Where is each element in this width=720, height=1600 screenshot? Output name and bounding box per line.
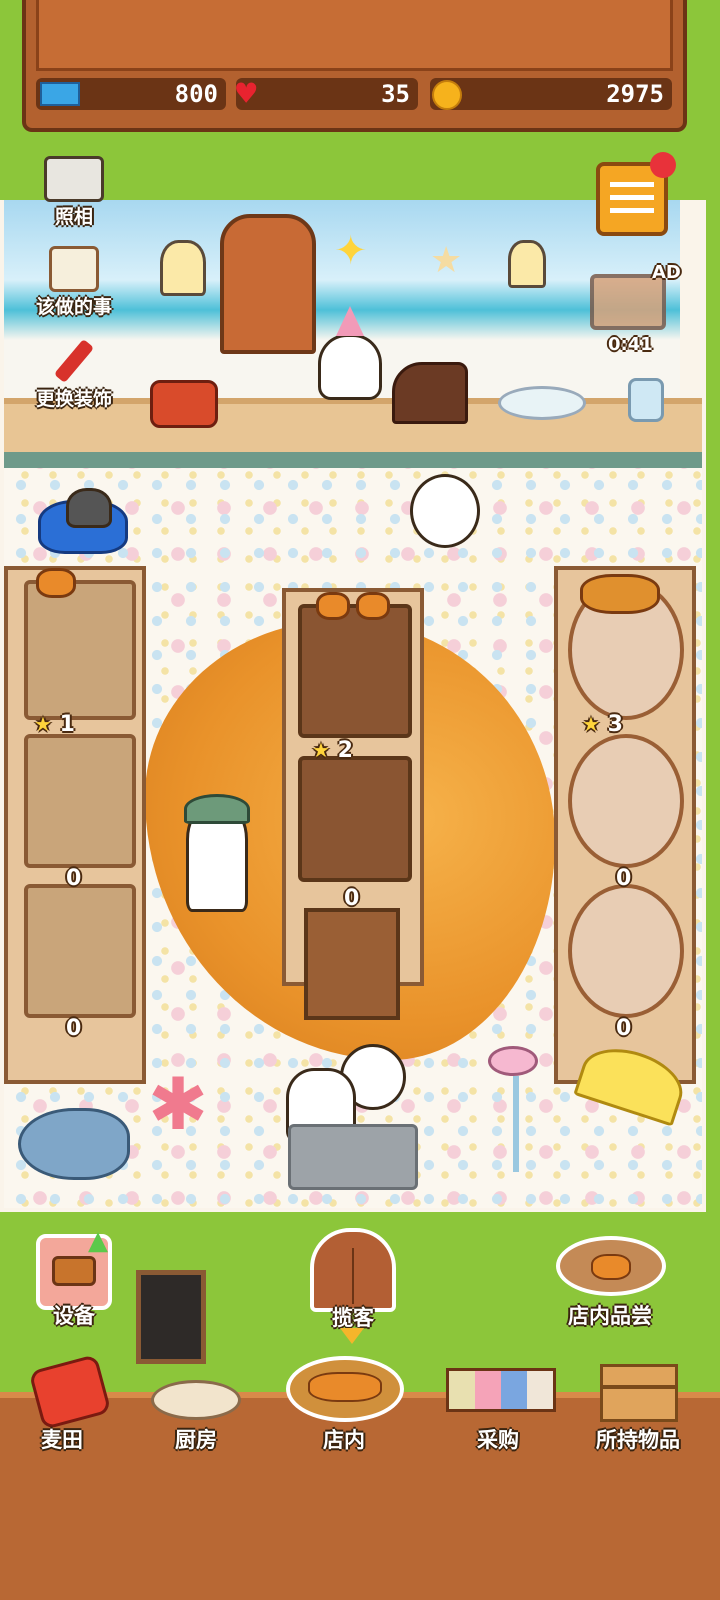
dough-icon	[151, 1380, 241, 1420]
bread-icon	[356, 592, 390, 620]
lamp-icon	[160, 240, 206, 296]
right-shelf[interactable]	[554, 566, 696, 1084]
ad-badge: AD	[652, 262, 681, 283]
nav-shop[interactable]	[286, 1356, 404, 1422]
nav-purchase[interactable]	[440, 1368, 562, 1420]
bread-cabinet	[220, 214, 316, 354]
register-stand	[304, 908, 400, 1020]
middle-shelf-level: ★ 2	[312, 738, 353, 763]
balloon-icon	[650, 152, 676, 178]
equipment-label: 设备	[53, 1304, 95, 1328]
bread-icon	[36, 568, 76, 598]
tasting-label: 店内品尝	[568, 1304, 652, 1328]
shark-plush-icon	[18, 1108, 130, 1180]
middle-tray-1[interactable]	[298, 604, 412, 738]
bread-icon	[316, 592, 350, 620]
left-shelf-count-1: 0	[66, 866, 82, 891]
coins-value: 2975	[606, 80, 664, 108]
ad-timer: 0:41	[608, 334, 653, 355]
star-icon: ★	[34, 712, 52, 736]
tasting-button[interactable]	[556, 1236, 666, 1296]
bread-basket-icon	[308, 1372, 382, 1402]
coral-icon: ✱	[147, 1062, 209, 1146]
sparkle-ornament-icon: ✦	[334, 228, 368, 274]
invite-button[interactable]	[310, 1228, 396, 1312]
menu-board-icon	[136, 1270, 206, 1364]
flower-vase-icon	[628, 378, 664, 422]
door-icon	[352, 1248, 354, 1304]
todo-button[interactable]: 该做的事	[24, 246, 124, 319]
party-hat-icon	[336, 306, 364, 336]
photo-label: 照相	[54, 206, 93, 228]
bread-loaf-icon	[392, 362, 468, 424]
cat-character[interactable]	[66, 488, 112, 528]
heart-icon: ♥	[236, 74, 257, 114]
lamp-icon	[508, 240, 546, 288]
coin-icon	[432, 80, 462, 110]
oven-icon	[52, 1256, 96, 1286]
left-shelf-count-2: 0	[66, 1016, 82, 1041]
left-tray-3[interactable]	[24, 884, 136, 1018]
camera-icon	[44, 156, 104, 202]
upgrade-arrow-icon: ▲	[88, 1226, 108, 1256]
decor-label: 更换装饰	[35, 388, 112, 410]
nav-field-label: 麦田	[41, 1428, 83, 1452]
nav-items[interactable]	[600, 1364, 678, 1422]
star-icon: ★	[582, 712, 600, 736]
customer-character[interactable]	[410, 474, 480, 548]
resource-bar	[22, 0, 687, 132]
hearts-value: 35	[381, 80, 410, 108]
middle-tray-2[interactable]	[298, 756, 412, 882]
nav-purchase-label: 采购	[477, 1428, 519, 1452]
box-icon	[603, 1385, 675, 1389]
tickets-counter: 800	[36, 78, 226, 110]
tickets-value: 800	[174, 80, 218, 108]
hat-icon	[184, 794, 250, 824]
clipboard-icon	[49, 246, 99, 292]
left-shelf[interactable]	[4, 566, 146, 1084]
star-icon: ★	[312, 738, 330, 762]
nav-kitchen[interactable]	[140, 1366, 252, 1426]
bread-plate-icon	[591, 1254, 631, 1280]
coins-counter: 2975	[430, 78, 672, 110]
left-shelf-level: ★ 1	[34, 712, 75, 737]
photo-button[interactable]: 照相	[24, 156, 124, 229]
nav-shop-label: 店内	[323, 1428, 365, 1452]
bread-pile-icon	[580, 574, 660, 614]
starfish-icon: ★	[430, 240, 463, 281]
nav-kitchen-label: 厨房	[175, 1428, 217, 1452]
todo-label: 该做的事	[35, 296, 112, 318]
shell-stand-icon	[488, 1046, 544, 1176]
market-stalls-icon	[446, 1368, 556, 1412]
ticket-icon	[40, 82, 80, 106]
right-shelf-count-1: 0	[616, 866, 632, 891]
resource-bar-board	[36, 0, 673, 71]
paintbrush-icon	[49, 338, 99, 384]
decor-button[interactable]: 更换装饰	[24, 338, 124, 411]
candle-plate-icon	[498, 386, 586, 420]
right-shelf-count-2: 0	[616, 1016, 632, 1041]
hearts-counter: ♥ 35	[236, 74, 418, 114]
nav-items-label: 所持物品	[596, 1428, 680, 1452]
right-shelf-level: ★ 3	[582, 712, 623, 737]
shopkeeper-character[interactable]	[318, 334, 382, 400]
down-arrow-icon	[340, 1328, 364, 1344]
right-tray-3[interactable]	[568, 884, 684, 1018]
left-tray-1[interactable]	[24, 580, 136, 720]
telephone-icon	[150, 380, 218, 428]
entrance-mat	[288, 1124, 418, 1190]
right-tray-2[interactable]	[568, 734, 684, 868]
wheat-bag-icon	[28, 1353, 112, 1431]
left-tray-2[interactable]	[24, 734, 136, 868]
